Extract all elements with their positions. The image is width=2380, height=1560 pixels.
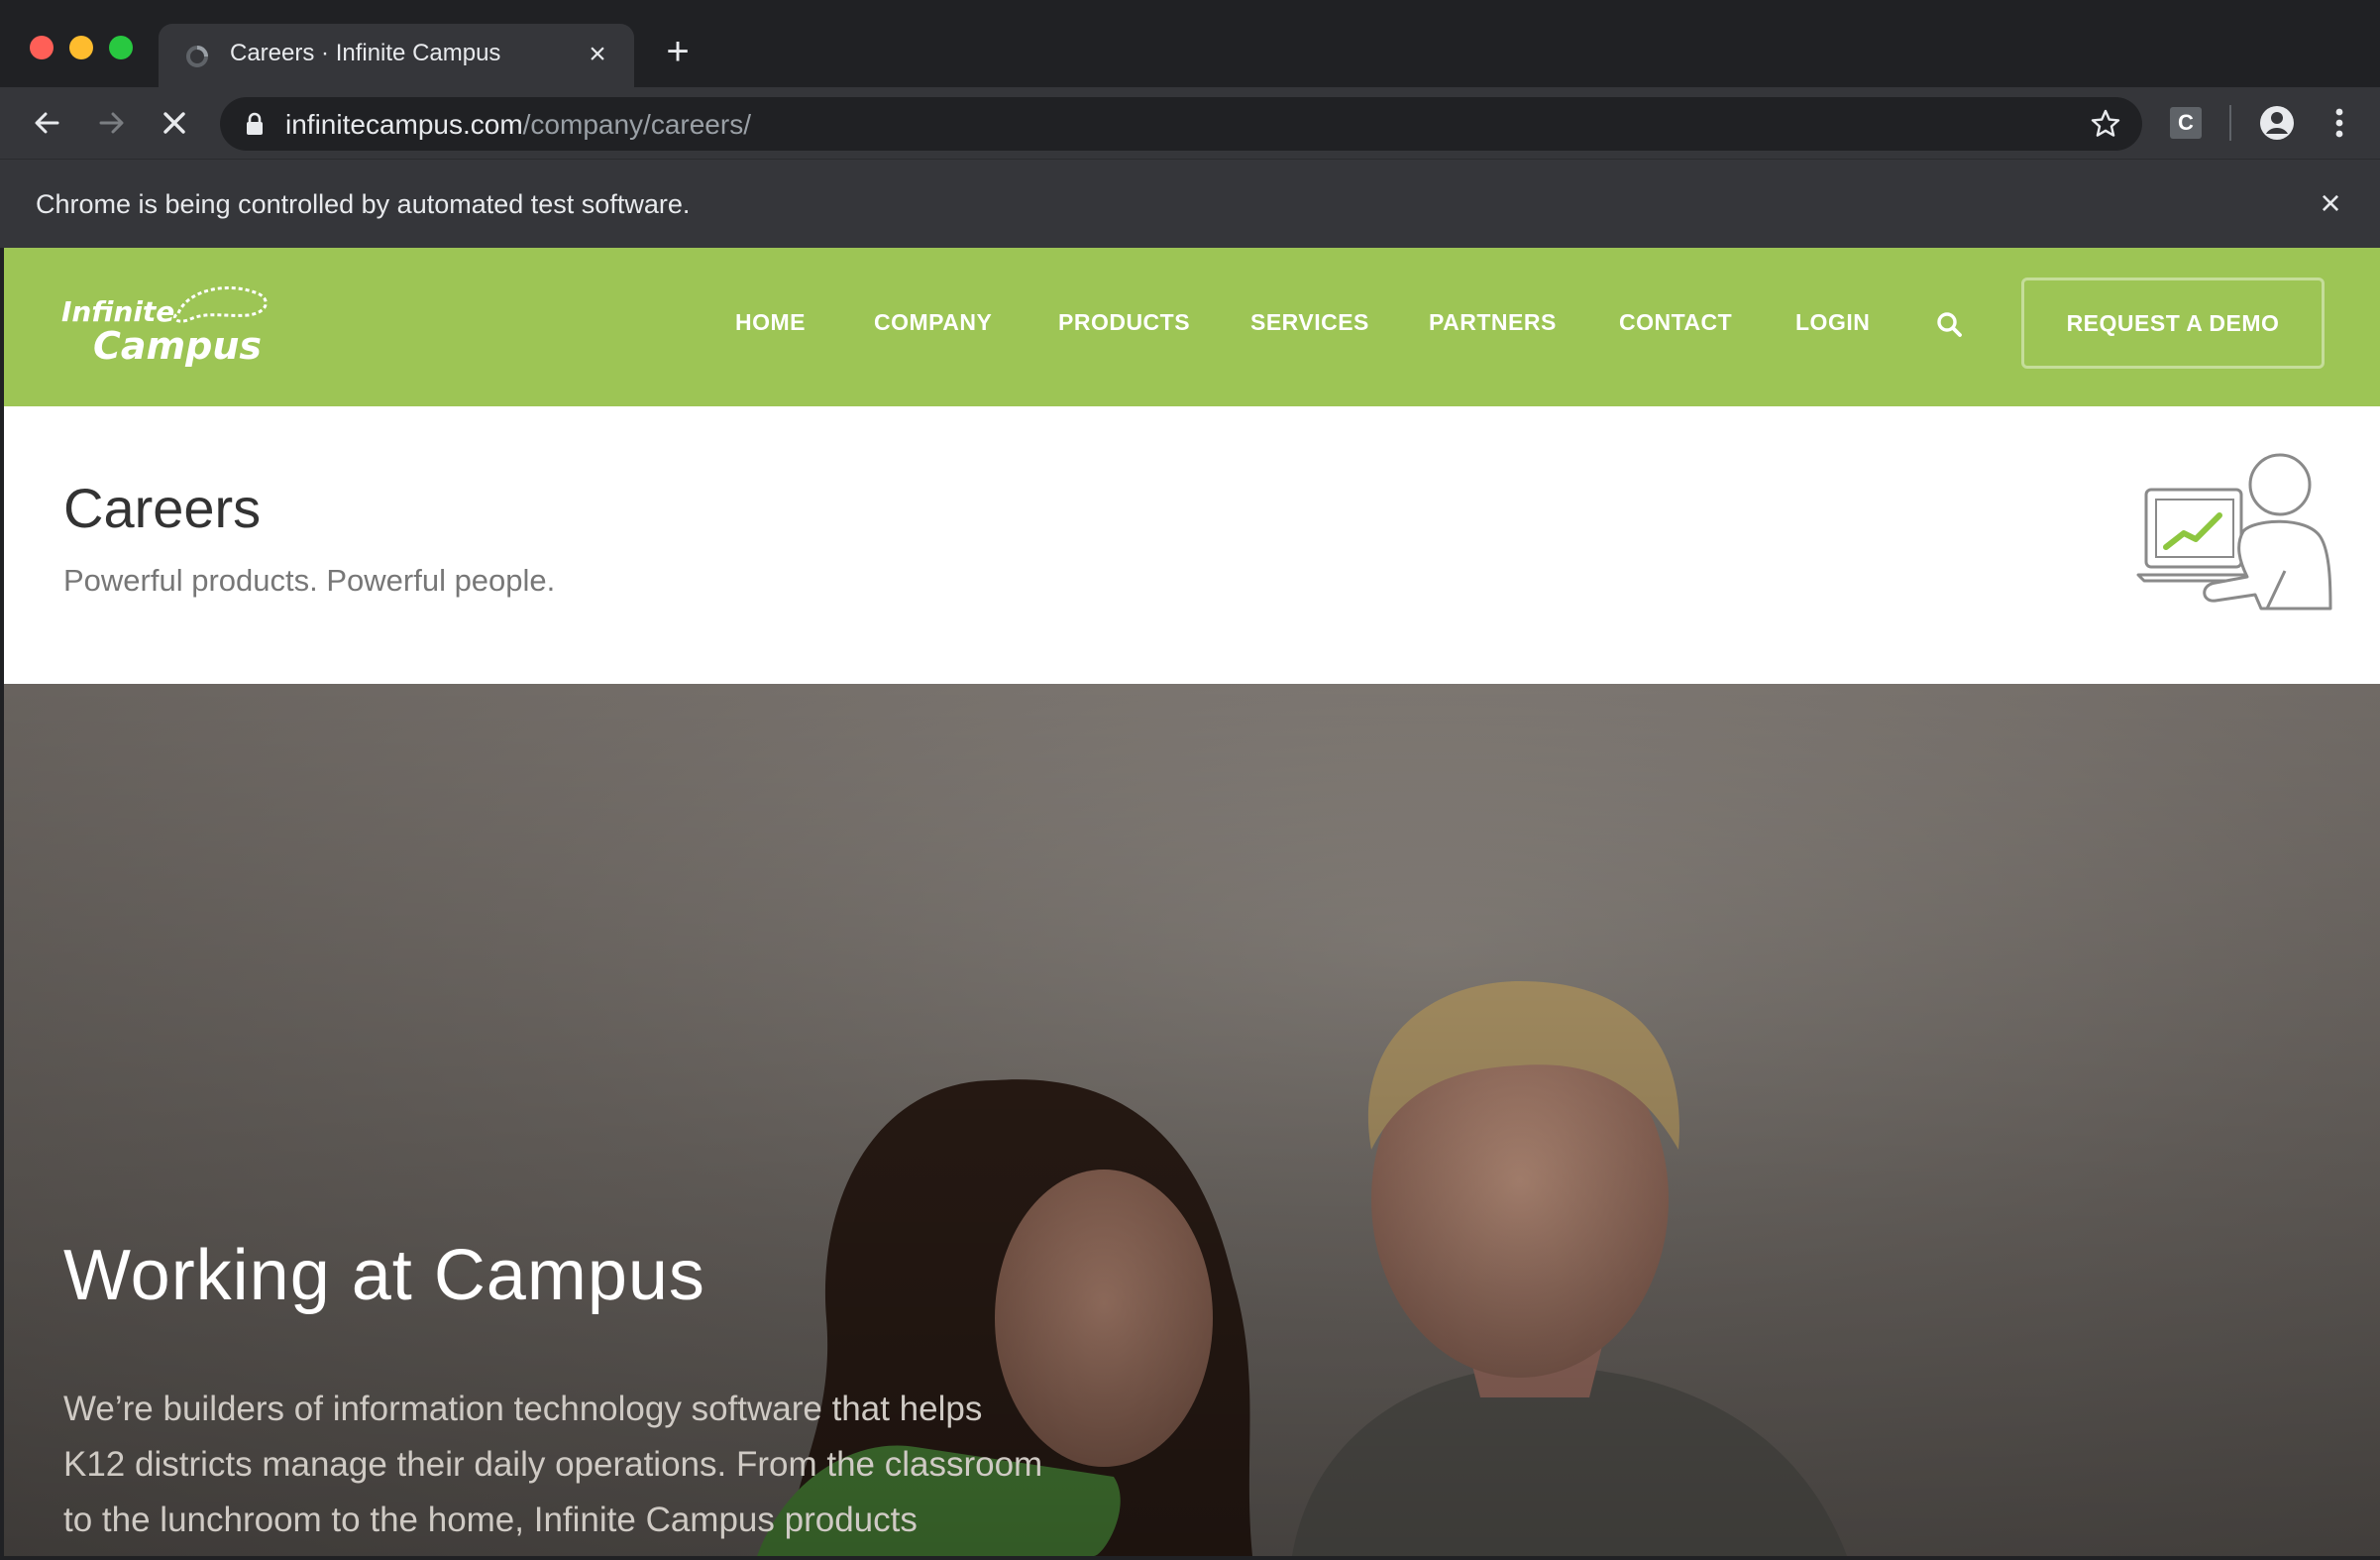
extension-icon[interactable]: C bbox=[2170, 107, 2202, 139]
lock-icon bbox=[247, 112, 263, 135]
tab-strip: Careers · Infinite Campus × + bbox=[0, 0, 2380, 87]
automation-infobar: Chrome is being controlled by automated … bbox=[0, 159, 2380, 248]
nav-partners[interactable]: PARTNERS bbox=[1429, 309, 1557, 336]
hero-title: Working at Campus bbox=[63, 1236, 705, 1315]
hero-body-line: to the lunchroom to the home, Infinite C… bbox=[63, 1501, 918, 1539]
nav-home[interactable]: HOME bbox=[735, 309, 806, 336]
browser-toolbar: infinitecampus.com/company/careers/ C bbox=[0, 87, 2380, 159]
careers-header: Careers Powerful products. Powerful peop… bbox=[4, 406, 2380, 684]
hero-body: We’re builders of information technology… bbox=[63, 1382, 1114, 1548]
minimize-window-button[interactable] bbox=[69, 36, 93, 59]
toolbar-divider bbox=[2229, 105, 2231, 141]
new-tab-icon[interactable]: + bbox=[656, 30, 700, 73]
star-icon[interactable] bbox=[2089, 107, 2122, 141]
infinite-campus-logo[interactable]: Infinite Campus bbox=[59, 279, 277, 369]
back-icon[interactable] bbox=[28, 103, 67, 143]
person-at-laptop-icon bbox=[2136, 453, 2332, 611]
hero-body-line: We’re builders of information technology… bbox=[63, 1390, 983, 1428]
stop-icon[interactable] bbox=[155, 103, 194, 143]
forward-icon[interactable] bbox=[91, 103, 131, 143]
tab-title: Careers · Infinite Campus bbox=[230, 40, 501, 66]
loading-spinner-icon bbox=[186, 46, 208, 67]
hero-section: Working at Campus We’re builders of info… bbox=[4, 684, 2380, 1556]
page-subtitle: Powerful products. Powerful people. bbox=[63, 563, 556, 598]
nav-login[interactable]: LOGIN bbox=[1795, 309, 1870, 336]
logo-line2: Campus bbox=[93, 324, 262, 368]
infobar-message: Chrome is being controlled by automated … bbox=[36, 189, 691, 219]
browser-window: Careers · Infinite Campus × + infiniteca… bbox=[0, 0, 2380, 1560]
nav-products[interactable]: PRODUCTS bbox=[1058, 309, 1190, 336]
maximize-window-button[interactable] bbox=[109, 36, 133, 59]
page-title: Careers bbox=[63, 477, 262, 539]
close-icon[interactable]: × bbox=[581, 38, 614, 71]
nav-contact[interactable]: CONTACT bbox=[1619, 309, 1732, 336]
site-header: Infinite Campus HOME COMPANY PRODUCTS SE… bbox=[4, 248, 2380, 406]
tab-careers[interactable]: Careers · Infinite Campus × bbox=[159, 24, 634, 87]
url-text: infinitecampus.com/company/careers/ bbox=[285, 109, 751, 141]
nav-services[interactable]: SERVICES bbox=[1250, 309, 1369, 336]
url-path: /company/careers/ bbox=[522, 109, 751, 140]
close-window-button[interactable] bbox=[30, 36, 54, 59]
page-viewport: Infinite Campus HOME COMPANY PRODUCTS SE… bbox=[4, 248, 2380, 1556]
address-bar[interactable]: infinitecampus.com/company/careers/ bbox=[220, 97, 2142, 151]
search-icon[interactable] bbox=[1934, 309, 1966, 341]
close-icon[interactable]: × bbox=[2311, 183, 2350, 223]
menu-icon[interactable] bbox=[2325, 103, 2354, 143]
url-host: infinitecampus.com bbox=[285, 109, 523, 140]
profile-icon[interactable] bbox=[2257, 103, 2297, 143]
nav-company[interactable]: COMPANY bbox=[874, 309, 992, 336]
request-demo-button[interactable]: REQUEST A DEMO bbox=[2021, 278, 2325, 369]
hero-body-line: K12 districts manage their daily operati… bbox=[63, 1445, 1043, 1484]
